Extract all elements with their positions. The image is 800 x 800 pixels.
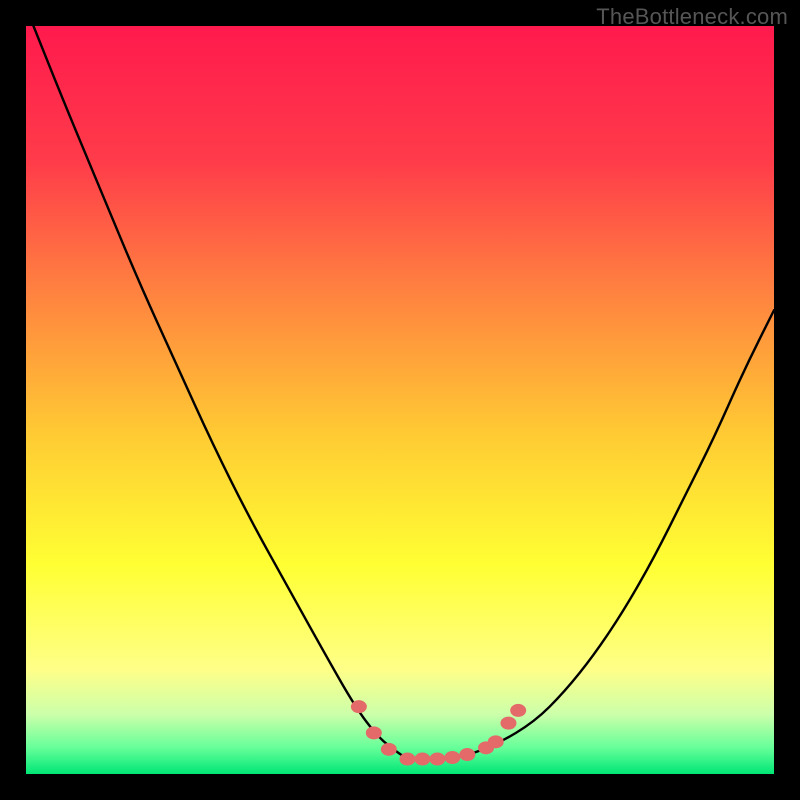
marker-dot xyxy=(366,726,382,739)
gradient-rect xyxy=(26,26,774,774)
marker-dot xyxy=(500,717,516,730)
marker-dot xyxy=(459,748,475,761)
watermark-text: TheBottleneck.com xyxy=(596,4,788,30)
marker-dot xyxy=(510,704,526,717)
outer-frame: TheBottleneck.com xyxy=(0,0,800,800)
marker-dot xyxy=(488,735,504,748)
marker-dot xyxy=(444,751,460,764)
plot-area xyxy=(26,26,774,774)
marker-dot xyxy=(414,753,430,766)
marker-dot xyxy=(429,753,445,766)
chart-svg xyxy=(26,26,774,774)
marker-dot xyxy=(399,753,415,766)
marker-dot xyxy=(381,743,397,756)
marker-dot xyxy=(351,700,367,713)
